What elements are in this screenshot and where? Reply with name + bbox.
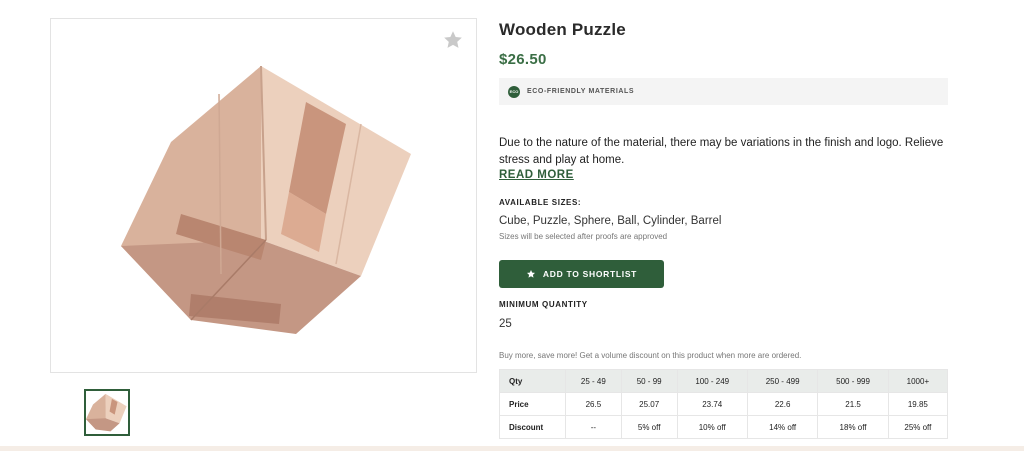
sizes-note: Sizes will be selected after proofs are …	[499, 232, 668, 241]
minimum-quantity-heading: MINIMUM QUANTITY	[499, 300, 588, 309]
favorite-star-icon[interactable]	[442, 29, 464, 51]
thumbnail-image	[86, 393, 127, 432]
table-cell: 25.07	[620, 392, 678, 416]
table-cell: 26.5	[565, 392, 622, 416]
table-cell: Price	[499, 392, 566, 416]
product-title: Wooden Puzzle	[499, 20, 626, 39]
table-cell: 25% off	[887, 415, 949, 439]
eco-friendly-badge: ECO ECO-FRIENDLY MATERIALS	[499, 78, 948, 105]
product-image-frame	[50, 18, 477, 373]
table-header-cell: 500 - 999	[817, 369, 889, 393]
table-cell: 10% off	[676, 415, 748, 439]
footer-divider	[0, 446, 1024, 451]
add-to-shortlist-button[interactable]: ADD TO SHORTLIST	[499, 260, 664, 288]
table-header-cell: 1000+	[887, 369, 949, 393]
table-header-cell: 25 - 49	[565, 369, 622, 393]
volume-discount-note: Buy more, save more! Get a volume discou…	[499, 351, 802, 360]
available-sizes-value: Cube, Puzzle, Sphere, Ball, Cylinder, Ba…	[499, 215, 722, 227]
table-cell: 14% off	[746, 415, 819, 439]
eco-leaf-icon: ECO	[508, 85, 520, 98]
product-image	[121, 65, 411, 334]
volume-price-table: Qty 25 - 49 50 - 99 100 - 249 250 - 499 …	[499, 369, 949, 439]
product-description: Due to the nature of the material, there…	[499, 137, 944, 166]
read-more-link[interactable]: READ MORE	[499, 169, 574, 181]
table-header-cell: 250 - 499	[746, 369, 819, 393]
table-cell: 18% off	[817, 415, 889, 439]
table-header-cell: 100 - 249	[676, 369, 748, 393]
table-cell: 23.74	[676, 392, 748, 416]
eco-badge-label: ECO-FRIENDLY MATERIALS	[527, 88, 635, 95]
table-cell: --	[565, 415, 622, 439]
table-cell: 5% off	[620, 415, 678, 439]
table-header-cell: Qty	[499, 369, 566, 393]
product-price: $26.50	[499, 51, 547, 68]
table-cell: 21.5	[817, 392, 889, 416]
table-cell: 19.85	[887, 392, 949, 416]
table-header-cell: 50 - 99	[620, 369, 678, 393]
minimum-quantity-value: 25	[499, 318, 512, 330]
table-row-discount: Discount -- 5% off 10% off 14% off 18% o…	[499, 415, 949, 439]
available-sizes-heading: AVAILABLE SIZES:	[499, 198, 582, 207]
thumbnail-wooden-puzzle[interactable]	[84, 389, 130, 436]
table-cell: 22.6	[746, 392, 819, 416]
table-cell: Discount	[499, 415, 566, 439]
star-icon	[526, 269, 536, 279]
table-header-row: Qty 25 - 49 50 - 99 100 - 249 250 - 499 …	[499, 369, 949, 393]
table-row-price: Price 26.5 25.07 23.74 22.6 21.5 19.85	[499, 392, 949, 416]
shortlist-button-label: ADD TO SHORTLIST	[542, 269, 638, 279]
